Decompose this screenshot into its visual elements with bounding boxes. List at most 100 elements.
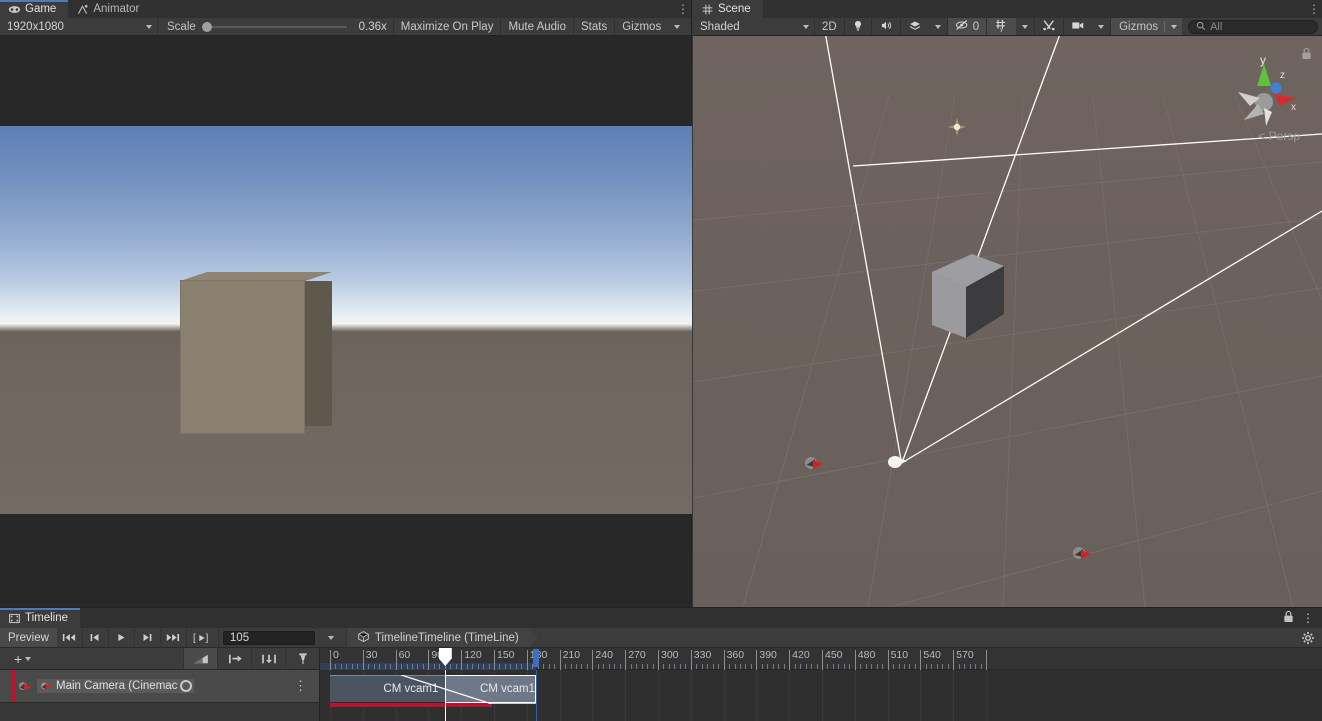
scene-gizmos-dropdown[interactable]: Gizmos | — [1111, 18, 1183, 35]
light-gizmo-icon[interactable] — [948, 118, 966, 139]
grid-snap-icon: y — [994, 18, 1009, 35]
last-frame-button[interactable] — [161, 628, 187, 647]
object-picker-icon[interactable] — [180, 680, 193, 692]
key-align-button[interactable] — [251, 648, 285, 669]
preview-button[interactable]: Preview — [0, 628, 57, 647]
lane-gridline — [887, 670, 889, 721]
scale-slider[interactable] — [201, 21, 347, 32]
timeline-ruler-and-tracks[interactable]: 0 30 60 90 120 150 180 210 240 270 300 330 360 390 420… — [320, 648, 1322, 721]
timeline-tabbar: Timeline ⋮ — [0, 608, 1322, 628]
skip-to-end-icon — [167, 633, 180, 642]
scene-panel: Scene ⋮ Shaded 2D 0 y Gizmos | All y z x… — [693, 0, 1322, 607]
game-cube-object — [180, 272, 332, 434]
maximize-on-play-button[interactable]: Maximize On Play — [393, 18, 502, 35]
track-accent-bar — [12, 670, 15, 702]
timeline-options-dropdown[interactable] — [317, 628, 347, 647]
scene-camera-button[interactable] — [1064, 18, 1093, 35]
tab-game-label: Game — [25, 3, 57, 15]
game-render-region — [0, 126, 692, 514]
tab-animator[interactable]: Animator — [68, 0, 151, 18]
track-object-field[interactable]: Main Camera (Cinemac — [36, 678, 196, 694]
eye-slash-icon — [955, 19, 970, 34]
lane-gridline — [953, 670, 955, 721]
current-frame-value: 105 — [229, 631, 250, 644]
stats-button[interactable]: Stats — [574, 18, 616, 35]
timeline-end-marker[interactable] — [532, 649, 539, 667]
prev-frame-button[interactable] — [83, 628, 109, 647]
curve-ramp-icon — [193, 654, 208, 663]
ruler-tick-label: 300 — [660, 649, 679, 661]
toggle-2d-button[interactable]: 2D — [815, 18, 845, 35]
ruler-tick-label: 30 — [365, 649, 378, 661]
main-camera-gizmo-icon[interactable] — [885, 452, 909, 475]
next-frame-button[interactable] — [135, 628, 161, 647]
scene-visibility-toggle[interactable]: 0 — [947, 18, 988, 35]
vcam1-gizmo-icon[interactable] — [803, 454, 825, 477]
track-menu-icon[interactable]: ⋮ — [294, 679, 307, 692]
shading-mode-dropdown[interactable]: Shaded — [693, 18, 815, 35]
gizmos-button[interactable]: Gizmos — [615, 18, 669, 35]
game-panel-menu-kebab[interactable]: ⋮ — [675, 0, 691, 18]
game-view-canvas[interactable] — [0, 36, 692, 607]
timeline-panel: Timeline ⋮ Preview [] 105 TimelineTimel… — [0, 607, 1322, 721]
scene-camera-dropdown[interactable] — [1092, 18, 1112, 35]
ruler-tick-label: 150 — [496, 649, 515, 661]
tab-game[interactable]: Game — [0, 0, 69, 18]
tab-scene-label: Scene — [718, 3, 751, 15]
vcam2-gizmo-icon[interactable] — [1071, 544, 1093, 567]
scene-lock-icon[interactable] — [1301, 47, 1312, 63]
scene-tools-button[interactable] — [1035, 18, 1065, 35]
game-panel-tabbar: Game Animator ⋮ — [0, 0, 691, 18]
timeline-menu-kebab[interactable]: ⋮ — [1302, 611, 1314, 625]
scene-cube-object[interactable] — [928, 252, 1008, 345]
scene-projection-label[interactable]: < Persp — [1258, 129, 1300, 143]
current-frame-input[interactable]: 105 — [222, 630, 315, 645]
toggle-curves-button[interactable] — [183, 648, 217, 669]
scene-lighting-toggle[interactable] — [844, 18, 872, 35]
play-button[interactable] — [109, 628, 135, 647]
timeline-settings-button[interactable] — [1294, 628, 1322, 647]
scene-orientation-gizmo[interactable]: y z x — [1230, 53, 1300, 134]
markers-button[interactable] — [217, 648, 251, 669]
gizmos-dropdown-arrow[interactable] — [668, 18, 687, 35]
scale-slider-group[interactable]: Scale 0.36x — [158, 18, 394, 35]
animator-icon — [76, 3, 89, 16]
track-row-header[interactable]: Main Camera (Cinemac ⋮ — [0, 670, 319, 703]
timeline-ruler[interactable]: 0 30 60 90 120 150 180 210 240 270 300 330 360 390 420… — [320, 648, 1322, 670]
scene-panel-menu-kebab[interactable]: ⋮ — [1306, 0, 1322, 18]
shading-mode-value: Shaded — [700, 20, 740, 33]
mute-audio-button[interactable]: Mute Audio — [501, 18, 574, 35]
lane-gridline — [559, 670, 561, 721]
svg-text:[: [ — [193, 633, 196, 644]
scene-fx-dropdown[interactable] — [928, 18, 948, 35]
grid-snap-dropdown[interactable] — [1016, 18, 1036, 35]
add-track-button[interactable]: + — [0, 648, 41, 669]
tab-scene[interactable]: Scene — [693, 0, 763, 18]
scale-slider-knob[interactable] — [201, 21, 212, 32]
effects-icon — [908, 19, 922, 35]
timeline-lock-icon[interactable] — [1283, 610, 1294, 626]
scene-view-canvas[interactable]: y z x < Persp — [693, 36, 1322, 607]
unity-editor-window: Game Animator ⋮ 1920x1080 Scale 0.36x Ma… — [0, 0, 1322, 721]
timeline-breadcrumb[interactable]: TimelineTimeline (TimeLine) — [346, 628, 538, 648]
scene-search-input[interactable]: All — [1188, 20, 1318, 34]
grid-snap-toggle[interactable]: y — [987, 18, 1017, 35]
resolution-dropdown[interactable]: 1920x1080 — [0, 18, 158, 35]
cinemachine-track-icon — [18, 680, 32, 693]
lightbulb-icon — [852, 19, 864, 35]
svg-text:y: y — [1000, 27, 1003, 32]
ruler-tick-label: 270 — [628, 649, 646, 661]
tab-timeline[interactable]: Timeline — [0, 608, 81, 628]
scene-audio-toggle[interactable] — [871, 18, 901, 35]
timeline-tabbar-right-icons: ⋮ — [1283, 608, 1322, 628]
play-range-button[interactable]: [] — [187, 628, 219, 647]
ruler-tick-label: 450 — [824, 649, 843, 661]
add-track-plus-label: + — [14, 650, 23, 667]
ruler-tick-label: 330 — [693, 649, 712, 661]
first-frame-button[interactable] — [57, 628, 83, 647]
scene-fx-toggle[interactable] — [900, 18, 929, 35]
selected-clip-underline — [491, 703, 536, 704]
pin-markers-button[interactable] — [285, 648, 319, 669]
ruler-tick-label: 420 — [792, 649, 810, 661]
timeline-track-lane[interactable]: CM vcam1CM vcam1 (1) — [320, 670, 1322, 721]
